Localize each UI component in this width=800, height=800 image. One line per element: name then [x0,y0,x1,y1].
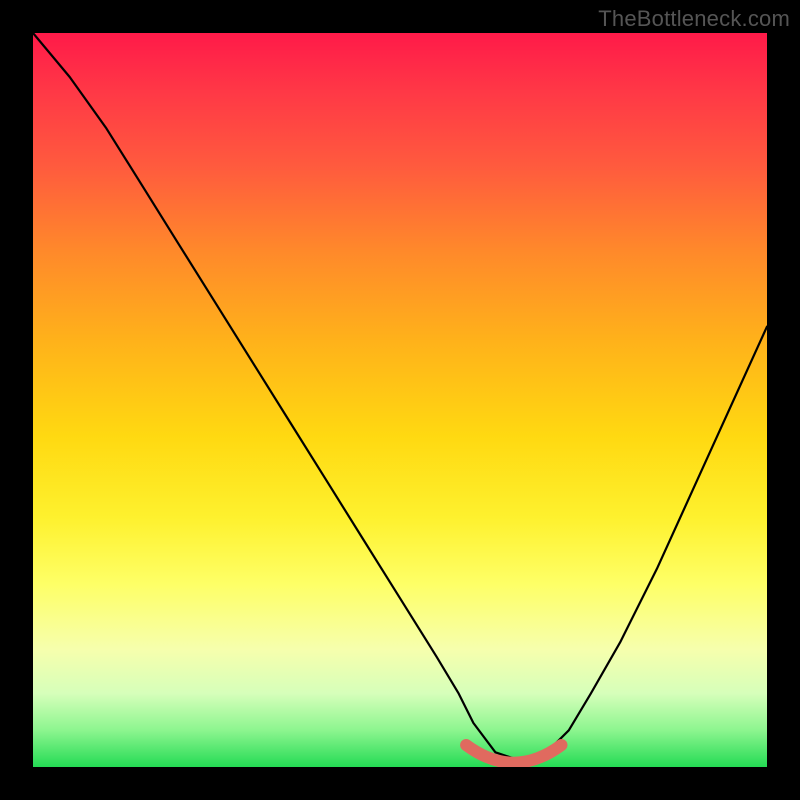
watermark-text: TheBottleneck.com [598,6,790,32]
chart-container: TheBottleneck.com [0,0,800,800]
bottleneck-curve [33,33,767,760]
plot-area [33,33,767,767]
curve-svg [33,33,767,767]
flat-minimum-marker [466,745,561,763]
